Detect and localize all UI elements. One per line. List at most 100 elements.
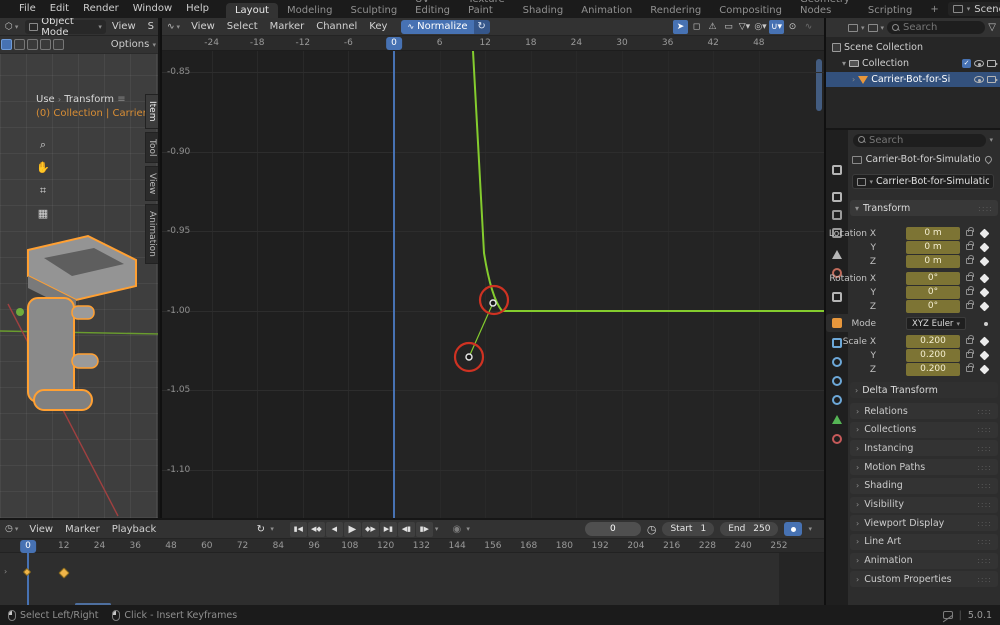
keyframe-point[interactable] bbox=[489, 299, 497, 307]
viewport-canvas[interactable]: Use › Transform ≡ (0) Collection | Carri… bbox=[0, 54, 158, 518]
workspace-tab-layout[interactable]: Layout bbox=[225, 3, 278, 18]
timeline-menu-playback[interactable]: Playback bbox=[106, 524, 163, 535]
snap-magnet-icon[interactable]: ∪▾ bbox=[769, 19, 784, 34]
play-reverse-button[interactable]: ◀ bbox=[325, 521, 343, 537]
keyframe-diamond-icon[interactable] bbox=[979, 301, 990, 311]
frame-start-field[interactable]: Start 1 bbox=[662, 522, 715, 536]
play-button[interactable]: ▶ bbox=[343, 521, 361, 537]
workspace-tab-animation[interactable]: Animation bbox=[572, 3, 641, 18]
editor-type-viewport-icon[interactable]: ⬡ ▾ bbox=[0, 22, 23, 32]
stopwatch-icon[interactable]: ◷ bbox=[647, 523, 657, 536]
transform-row-value[interactable]: 0 m bbox=[906, 255, 960, 268]
select-mode-pick-icon[interactable] bbox=[53, 39, 64, 50]
select-mode-box-icon[interactable] bbox=[14, 39, 25, 50]
rotation-mode-dropdown[interactable]: XYZ Euler ▾ bbox=[906, 317, 966, 330]
graph-playhead[interactable] bbox=[393, 51, 395, 518]
viewport-menu-view[interactable]: View bbox=[106, 21, 142, 32]
workspace-tab-texture-paint[interactable]: Texture Paint bbox=[459, 0, 514, 18]
select-mode-circle-icon[interactable] bbox=[27, 39, 38, 50]
scene-selector[interactable]: ▾ Scene bbox=[947, 2, 1000, 16]
workspace-tab-sculpting[interactable]: Sculpting bbox=[341, 3, 406, 18]
next-keyframe-button[interactable]: ◆▶ bbox=[361, 521, 379, 537]
keyframe-point[interactable] bbox=[465, 353, 473, 361]
filter-dropdown-icon[interactable] bbox=[867, 23, 878, 32]
outliner-row[interactable]: ▾ Collection ✓ bbox=[826, 56, 1000, 71]
keyframe-diamond-icon[interactable] bbox=[979, 228, 990, 238]
jump-end-button[interactable]: ▶▮ bbox=[379, 521, 397, 537]
properties-search[interactable]: Search bbox=[853, 133, 987, 147]
lock-icon[interactable] bbox=[966, 255, 974, 264]
eye-visibility-icon[interactable] bbox=[974, 76, 984, 83]
editor-type-timeline-icon[interactable]: ◷ ▾ bbox=[0, 524, 23, 534]
transform-row-value[interactable]: 0° bbox=[906, 286, 960, 299]
timeline-playhead[interactable] bbox=[27, 553, 29, 607]
select-mode-lasso-icon[interactable] bbox=[40, 39, 51, 50]
properties-tab-material[interactable] bbox=[826, 430, 848, 448]
robot-object[interactable] bbox=[16, 234, 137, 411]
properties-tab-constraints[interactable] bbox=[826, 353, 848, 371]
timeline-playhead-frame[interactable]: 0 bbox=[20, 540, 36, 553]
timeline-ruler[interactable]: 0 12 24 36 48 60 72 84 96 108 120 132 144 156 168 180 19… bbox=[0, 539, 824, 553]
outliner-search[interactable]: Search bbox=[887, 21, 986, 34]
sidebar-tab-item[interactable]: Item bbox=[145, 94, 158, 129]
workspace-tab-rendering[interactable]: Rendering bbox=[641, 3, 710, 18]
workspace-tab-uv-editing[interactable]: UV Editing bbox=[406, 0, 459, 18]
nav-camera-icon[interactable]: ⌗ bbox=[34, 182, 52, 200]
chevron-down-icon[interactable]: ▾ bbox=[808, 525, 812, 533]
add-workspace-button[interactable]: + bbox=[921, 2, 947, 17]
transform-row-value[interactable]: 0° bbox=[906, 300, 960, 313]
panel-instancing[interactable]: › Instancing:::: bbox=[850, 440, 998, 457]
outliner-row[interactable]: Scene Collection bbox=[826, 40, 1000, 55]
panel-custom-properties[interactable]: › Custom Properties:::: bbox=[850, 571, 998, 588]
graph-menu-select[interactable]: Select bbox=[221, 21, 264, 32]
menu-render[interactable]: Render bbox=[76, 0, 126, 18]
properties-tab-collection[interactable] bbox=[826, 288, 848, 306]
lock-icon[interactable] bbox=[966, 335, 974, 344]
lock-icon[interactable] bbox=[966, 227, 974, 236]
timeline-keyframe[interactable] bbox=[58, 567, 70, 579]
expand-icon[interactable]: ▾ bbox=[842, 59, 846, 68]
expand-icon[interactable]: › bbox=[852, 75, 855, 84]
keyframe-diamond-icon[interactable] bbox=[979, 336, 990, 346]
timeline-keyframe[interactable] bbox=[22, 567, 32, 577]
timeline-menu-marker[interactable]: Marker bbox=[59, 524, 106, 535]
graph-menu-marker[interactable]: Marker bbox=[264, 21, 311, 32]
graph-menu-channel[interactable]: Channel bbox=[310, 21, 363, 32]
chevron-down-icon[interactable]: ▾ bbox=[989, 136, 993, 144]
menu-help[interactable]: Help bbox=[179, 0, 216, 18]
nav-pan-icon[interactable]: ✋ bbox=[34, 158, 52, 176]
cursor-filter-icon[interactable]: ➤ bbox=[673, 19, 688, 34]
chevron-down-icon[interactable]: ▾ bbox=[435, 525, 439, 533]
panel-animation[interactable]: › Animation:::: bbox=[850, 552, 998, 569]
fcurve-overlay-icon[interactable]: ∿ bbox=[801, 20, 816, 34]
timeline-menu-view[interactable]: View bbox=[23, 524, 59, 535]
sidebar-tab-animation[interactable]: Animation bbox=[145, 204, 158, 265]
graph-canvas[interactable]: -0.85-0.90-0.95-1.00-1.05-1.10 ›Move bbox=[162, 51, 824, 518]
lock-icon[interactable] bbox=[966, 272, 974, 281]
properties-tab-object[interactable] bbox=[826, 314, 848, 332]
sync-icon[interactable]: ↻ bbox=[252, 522, 269, 537]
prev-keyframe-button[interactable]: ◀◆ bbox=[307, 521, 325, 537]
transform-row-value[interactable]: 0 m bbox=[906, 241, 960, 254]
graph-menu-view[interactable]: View bbox=[185, 21, 221, 32]
keyframe-diamond-icon[interactable] bbox=[979, 242, 990, 252]
playback-sync[interactable]: ↻ ▾ bbox=[252, 522, 274, 537]
filter-funnel-icon[interactable]: ▽▾ bbox=[737, 20, 752, 34]
current-frame-field[interactable]: 0 bbox=[584, 522, 641, 536]
proportional-edit-icon[interactable]: ◎▾ bbox=[753, 20, 768, 34]
lock-icon[interactable] bbox=[966, 300, 974, 309]
lock-icon[interactable] bbox=[966, 363, 974, 372]
menu-window[interactable]: Window bbox=[126, 0, 179, 18]
nav-zoom-icon[interactable]: ⌕ bbox=[34, 136, 52, 154]
filter-funnel-icon[interactable]: ▽ bbox=[988, 22, 996, 33]
pivot-point-icon[interactable]: ⊙ bbox=[785, 20, 800, 34]
graph-frame-ruler[interactable]: -24 -18 -12 -6 6 12 18 24 30 36 42 48 0 bbox=[162, 36, 824, 51]
auto-key-record-icon[interactable]: ◉ bbox=[448, 522, 465, 537]
timeline-track-area[interactable]: › bbox=[0, 553, 824, 607]
animate-dot[interactable] bbox=[984, 322, 988, 326]
properties-tab-render[interactable] bbox=[826, 188, 848, 206]
workspace-tab-geometry-nodes[interactable]: Geometry Nodes bbox=[791, 0, 859, 18]
panel-line-art[interactable]: › Line Art:::: bbox=[850, 533, 998, 550]
graph-playhead-frame[interactable]: 0 bbox=[386, 37, 402, 50]
keyframe-diamond-icon[interactable] bbox=[979, 287, 990, 297]
